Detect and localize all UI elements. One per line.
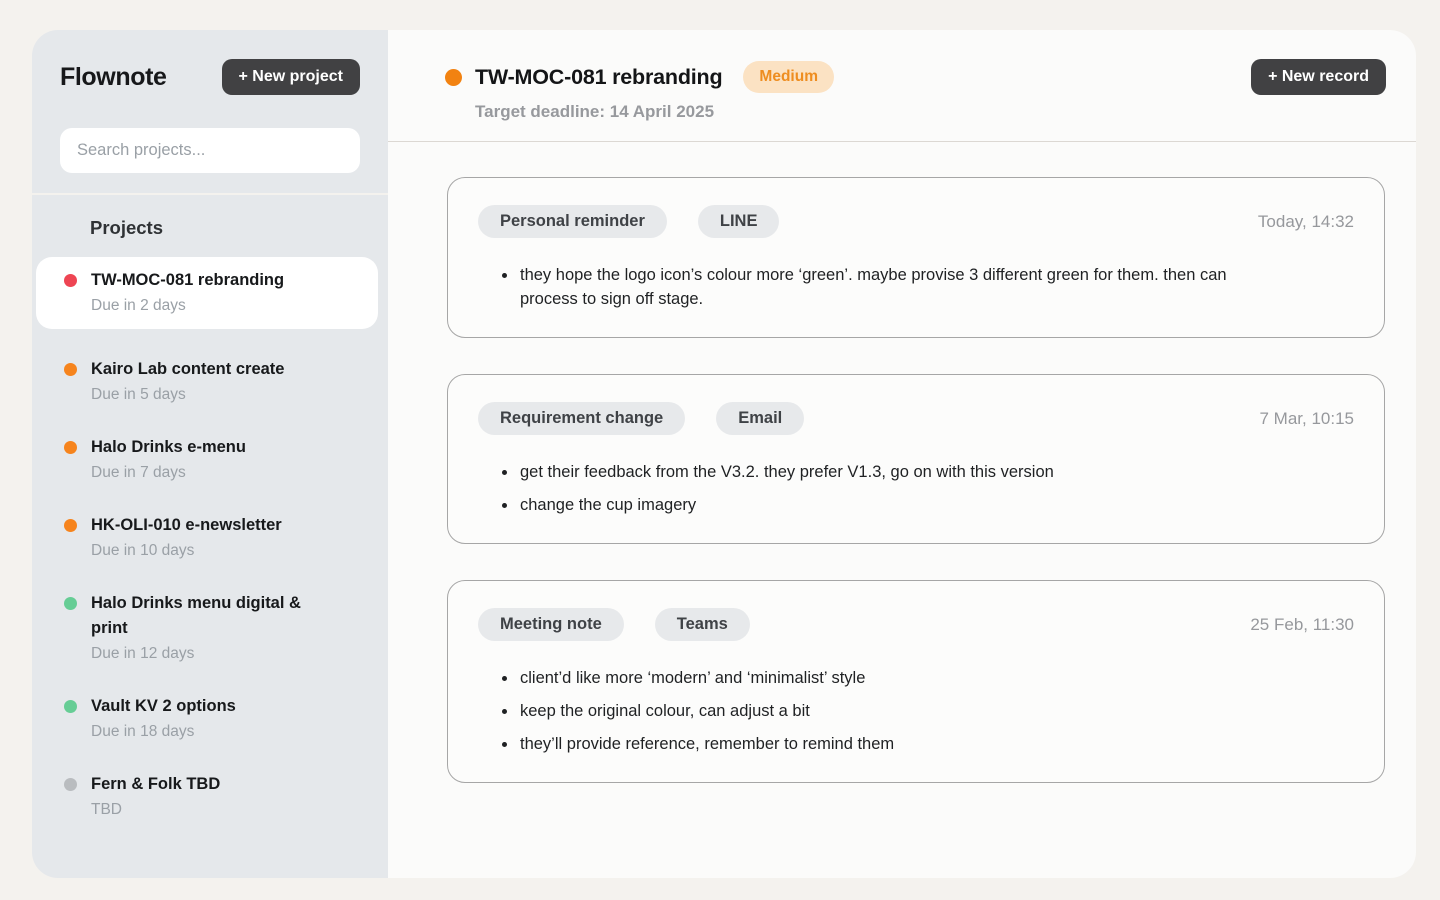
record-channel-tag: LINE bbox=[698, 205, 780, 238]
project-status-dot bbox=[64, 700, 77, 713]
project-status-dot bbox=[445, 69, 462, 86]
project-name: Fern & Folk TBD bbox=[91, 772, 220, 797]
record-channel-tag: Teams bbox=[655, 608, 750, 641]
project-status-dot bbox=[64, 597, 77, 610]
sidebar-item-halo-drinks-menu[interactable]: Halo Drinks menu digital & print Due in … bbox=[36, 591, 378, 664]
project-due: Due in 7 days bbox=[91, 462, 246, 483]
record-notes: get their feedback from the V3.2. they p… bbox=[478, 460, 1354, 517]
project-status-dot bbox=[64, 441, 77, 454]
app-window: Flownote + New project Projects TW-MOC-0… bbox=[32, 30, 1416, 878]
projects-section-title: Projects bbox=[90, 217, 378, 239]
project-name: HK-OLI-010 e-newsletter bbox=[91, 513, 282, 538]
record-list: Personal reminder LINE Today, 14:32 they… bbox=[388, 142, 1416, 783]
sidebar-header: Flownote + New project bbox=[32, 30, 388, 195]
sidebar-item-hk-oli-010[interactable]: HK-OLI-010 e-newsletter Due in 10 days bbox=[36, 513, 378, 561]
project-status-dot bbox=[64, 274, 77, 287]
record-notes: client’d like more ‘modern’ and ‘minimal… bbox=[478, 666, 1354, 756]
record-timestamp: 25 Feb, 11:30 bbox=[1250, 615, 1354, 635]
record-notes: they hope the logo icon’s colour more ‘g… bbox=[478, 263, 1354, 311]
project-due: Due in 12 days bbox=[91, 643, 341, 664]
record-note-item: get their feedback from the V3.2. they p… bbox=[518, 460, 1238, 484]
record-card: Requirement change Email 7 Mar, 10:15 ge… bbox=[447, 374, 1385, 544]
sidebar-item-tw-moc-081[interactable]: TW-MOC-081 rebranding Due in 2 days bbox=[36, 257, 378, 329]
record-type-tag: Personal reminder bbox=[478, 205, 667, 238]
project-name: Halo Drinks e-menu bbox=[91, 435, 246, 460]
sidebar-item-vault-kv[interactable]: Vault KV 2 options Due in 18 days bbox=[36, 694, 378, 742]
project-name: Vault KV 2 options bbox=[91, 694, 236, 719]
project-status-dot bbox=[64, 363, 77, 376]
project-due: Due in 5 days bbox=[91, 384, 284, 405]
project-header: TW-MOC-081 rebranding Medium + New recor… bbox=[388, 30, 1416, 142]
record-note-item: keep the original colour, can adjust a b… bbox=[518, 699, 1238, 723]
project-status-dot bbox=[64, 519, 77, 532]
record-note-item: they’ll provide reference, remember to r… bbox=[518, 732, 1238, 756]
new-record-button[interactable]: + New record bbox=[1251, 59, 1386, 95]
sidebar-item-kairo-lab[interactable]: Kairo Lab content create Due in 5 days bbox=[36, 357, 378, 405]
record-card: Personal reminder LINE Today, 14:32 they… bbox=[447, 177, 1385, 338]
project-due: Due in 2 days bbox=[91, 295, 284, 316]
target-deadline: Target deadline: 14 April 2025 bbox=[475, 102, 1386, 122]
record-type-tag: Requirement change bbox=[478, 402, 685, 435]
project-due: TBD bbox=[91, 799, 220, 820]
search-input[interactable] bbox=[60, 128, 360, 173]
page-title: TW-MOC-081 rebranding bbox=[475, 65, 722, 90]
projects-section: Projects TW-MOC-081 rebranding Due in 2 … bbox=[32, 195, 388, 878]
record-type-tag: Meeting note bbox=[478, 608, 624, 641]
sidebar-item-halo-drinks-emenu[interactable]: Halo Drinks e-menu Due in 7 days bbox=[36, 435, 378, 483]
project-name: Kairo Lab content create bbox=[91, 357, 284, 382]
main-panel: TW-MOC-081 rebranding Medium + New recor… bbox=[388, 30, 1416, 878]
app-logo: Flownote bbox=[60, 63, 167, 92]
project-due: Due in 18 days bbox=[91, 721, 236, 742]
new-project-button[interactable]: + New project bbox=[222, 59, 360, 95]
project-name: TW-MOC-081 rebranding bbox=[91, 268, 284, 293]
sidebar-item-fern-folk[interactable]: Fern & Folk TBD TBD bbox=[36, 772, 378, 820]
project-status-dot bbox=[64, 778, 77, 791]
priority-badge: Medium bbox=[743, 61, 834, 93]
project-name: Halo Drinks menu digital & print bbox=[91, 591, 341, 641]
record-timestamp: Today, 14:32 bbox=[1258, 212, 1354, 232]
record-note-item: client’d like more ‘modern’ and ‘minimal… bbox=[518, 666, 1238, 690]
record-note-item: change the cup imagery bbox=[518, 493, 1238, 517]
record-timestamp: 7 Mar, 10:15 bbox=[1259, 409, 1354, 429]
record-card: Meeting note Teams 25 Feb, 11:30 client’… bbox=[447, 580, 1385, 783]
sidebar: Flownote + New project Projects TW-MOC-0… bbox=[32, 30, 388, 878]
record-note-item: they hope the logo icon’s colour more ‘g… bbox=[518, 263, 1238, 311]
project-due: Due in 10 days bbox=[91, 540, 282, 561]
record-channel-tag: Email bbox=[716, 402, 804, 435]
